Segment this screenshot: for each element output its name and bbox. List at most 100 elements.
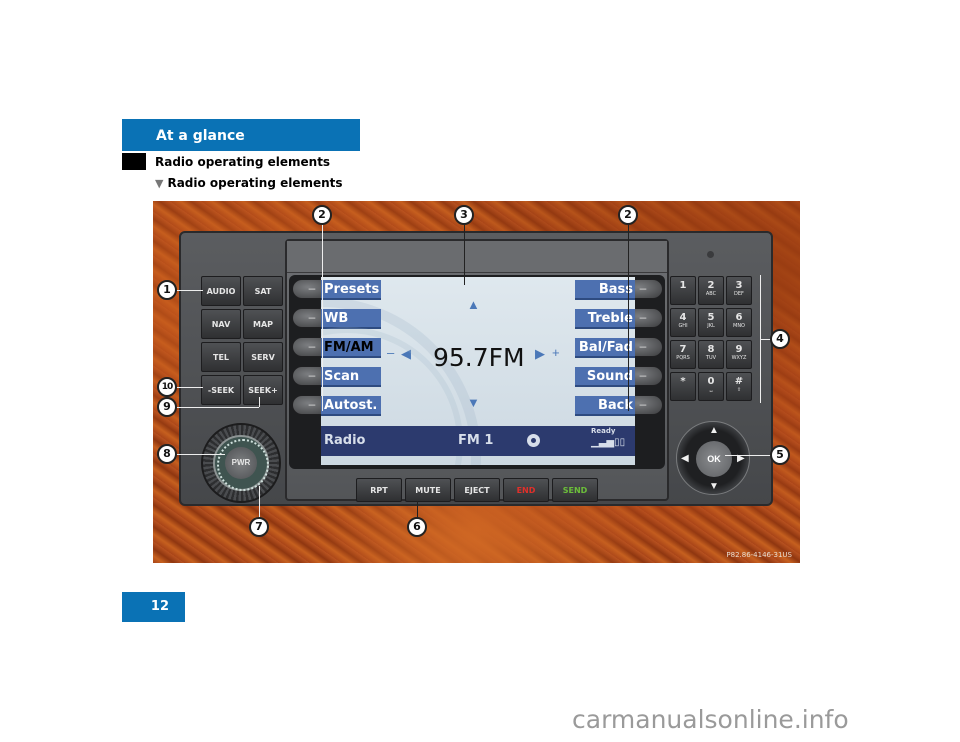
softkey-sound[interactable]: Sound [575, 367, 635, 387]
softkey-presets[interactable]: Presets [321, 280, 381, 300]
rpt-button[interactable]: RPT [356, 478, 402, 502]
section-title: Radio operating elements [155, 155, 331, 169]
keypad-key-9[interactable]: 9 WXYZ [726, 340, 752, 369]
softkey-autost[interactable]: Autost. [321, 396, 381, 416]
send-call-button[interactable]: SEND [552, 478, 598, 502]
keypad-key-4[interactable]: 4 GHI [670, 308, 696, 337]
keypad-key-7[interactable]: 7 PQRS [670, 340, 696, 369]
power-button[interactable]: PWR [225, 447, 257, 479]
leader-line-5 [725, 455, 773, 456]
callout-5: 5 [770, 445, 790, 465]
pwr-label: PWR [231, 458, 251, 467]
callout-1: 1 [157, 280, 177, 300]
send-label: SEND [562, 486, 588, 495]
minus-icon: – [387, 345, 395, 360]
eject-button[interactable]: EJECT [454, 478, 500, 502]
key-digit: 3 [735, 280, 743, 291]
softkey-bal-fad[interactable]: Bal/Fad [575, 338, 635, 358]
key-letters: ABC [705, 291, 717, 297]
end-call-button[interactable]: END [503, 478, 549, 502]
rpt-label: RPT [370, 486, 388, 495]
callout-8: 8 [157, 444, 177, 464]
mute-button[interactable]: MUTE [405, 478, 451, 502]
status-bar: Radio FM 1 Ready ▁▃▅▯▯ [321, 426, 635, 456]
ok-label: OK [707, 454, 721, 464]
key-digit: 9 [735, 344, 743, 355]
chapter-header: At a glance [122, 119, 360, 151]
mute-label: MUTE [415, 486, 441, 495]
subsection-label: Radio operating elements [167, 176, 343, 190]
callout-4: 4 [770, 329, 790, 349]
softkey-wb[interactable]: WB [321, 309, 381, 329]
keypad-key-0[interactable]: 0 ␣ [698, 372, 724, 401]
leader-line-8 [175, 454, 225, 455]
callout-2-left: 2 [312, 205, 332, 225]
callout-9: 9 [157, 397, 177, 417]
key-digit: 8 [707, 344, 715, 355]
cd-icon [527, 434, 540, 447]
softkey-scan[interactable]: Scan [321, 367, 381, 387]
softkey-bass[interactable]: Bass [575, 280, 635, 300]
tel-button[interactable]: TEL [201, 342, 241, 372]
key-digit: 7 [679, 344, 687, 355]
key-letters: WXYZ [731, 355, 747, 361]
key-digit: 0 [707, 376, 715, 387]
leader-line-2-left [322, 223, 323, 411]
end-label: END [516, 486, 536, 495]
callout-10: 10 [157, 377, 177, 397]
callout-3: 3 [454, 205, 474, 225]
key-letters: ⇧ [736, 387, 742, 393]
arrow-up-icon: ▲ [467, 297, 480, 312]
key-letters: PQRS [676, 355, 690, 361]
keypad-key-1[interactable]: 1 [670, 276, 696, 305]
seek-forward-button[interactable]: SEEK+ [243, 375, 283, 405]
map-button[interactable]: MAP [243, 309, 283, 339]
watermark: carmanualsonline.info [572, 705, 849, 734]
band-label: FM 1 [458, 433, 494, 448]
key-digit: 1 [679, 280, 687, 291]
frequency-display: 95.7FM [433, 343, 525, 372]
audio-button[interactable]: AUDIO [201, 276, 241, 306]
volume-knob[interactable]: PWR [201, 423, 281, 503]
keypad-key-3[interactable]: 3 DEF [726, 276, 752, 305]
plus-icon: + [552, 345, 560, 360]
sat-button[interactable]: SAT [243, 276, 283, 306]
keypad-key-hash[interactable]: # ⇧ [726, 372, 752, 401]
keypad-key-6[interactable]: 6 MNO [726, 308, 752, 337]
key-letters: TUV [705, 355, 717, 361]
keypad-key-8[interactable]: 8 TUV [698, 340, 724, 369]
nav-down-icon[interactable]: ▼ [709, 481, 719, 492]
nav-left-icon[interactable]: ◀ [681, 453, 689, 464]
key-digit: # [734, 376, 744, 387]
softkey-treble[interactable]: Treble [575, 309, 635, 329]
key-digit: 2 [707, 280, 715, 291]
softkey-back[interactable]: Back [575, 396, 635, 416]
page-number: 12 [122, 592, 185, 622]
serv-button[interactable]: SERV [243, 342, 283, 372]
leader-line-2-right [628, 223, 629, 411]
keypad-key-5[interactable]: 5 JKL [698, 308, 724, 337]
ok-button[interactable]: OK [696, 441, 732, 477]
keypad-key-2[interactable]: 2 ABC [698, 276, 724, 305]
keypad-key-star[interactable]: * [670, 372, 696, 401]
key-digit: * [680, 376, 686, 387]
callout-7: 7 [249, 517, 269, 537]
nav-up-icon[interactable]: ▲ [709, 425, 719, 436]
leader-line-9-vertical [259, 397, 260, 407]
mode-label: Radio [324, 433, 366, 448]
subsection-title: ▼ Radio operating elements [155, 176, 343, 190]
screen-top-cover [287, 241, 667, 273]
key-letters: MNO [733, 323, 745, 329]
leader-line-1 [175, 290, 203, 291]
softkey-fm-am[interactable]: FM/AM [321, 338, 381, 358]
radio-illustration: AUDIO SAT NAV MAP TEL SERV -SEEK SEEK+ –… [153, 201, 800, 563]
nav-button[interactable]: NAV [201, 309, 241, 339]
seek-back-button[interactable]: -SEEK [201, 375, 241, 405]
navigation-controller[interactable]: ▲ ▼ ◀ ▶ OK [676, 421, 750, 495]
key-digit: 4 [679, 312, 687, 323]
leader-line-7 [259, 486, 260, 519]
arrow-left-icon: ◀ [401, 346, 411, 361]
leader-line-10 [175, 387, 203, 388]
key-letters: GHI [678, 323, 688, 329]
figure-code: P82.86-4146-31US [726, 551, 792, 559]
